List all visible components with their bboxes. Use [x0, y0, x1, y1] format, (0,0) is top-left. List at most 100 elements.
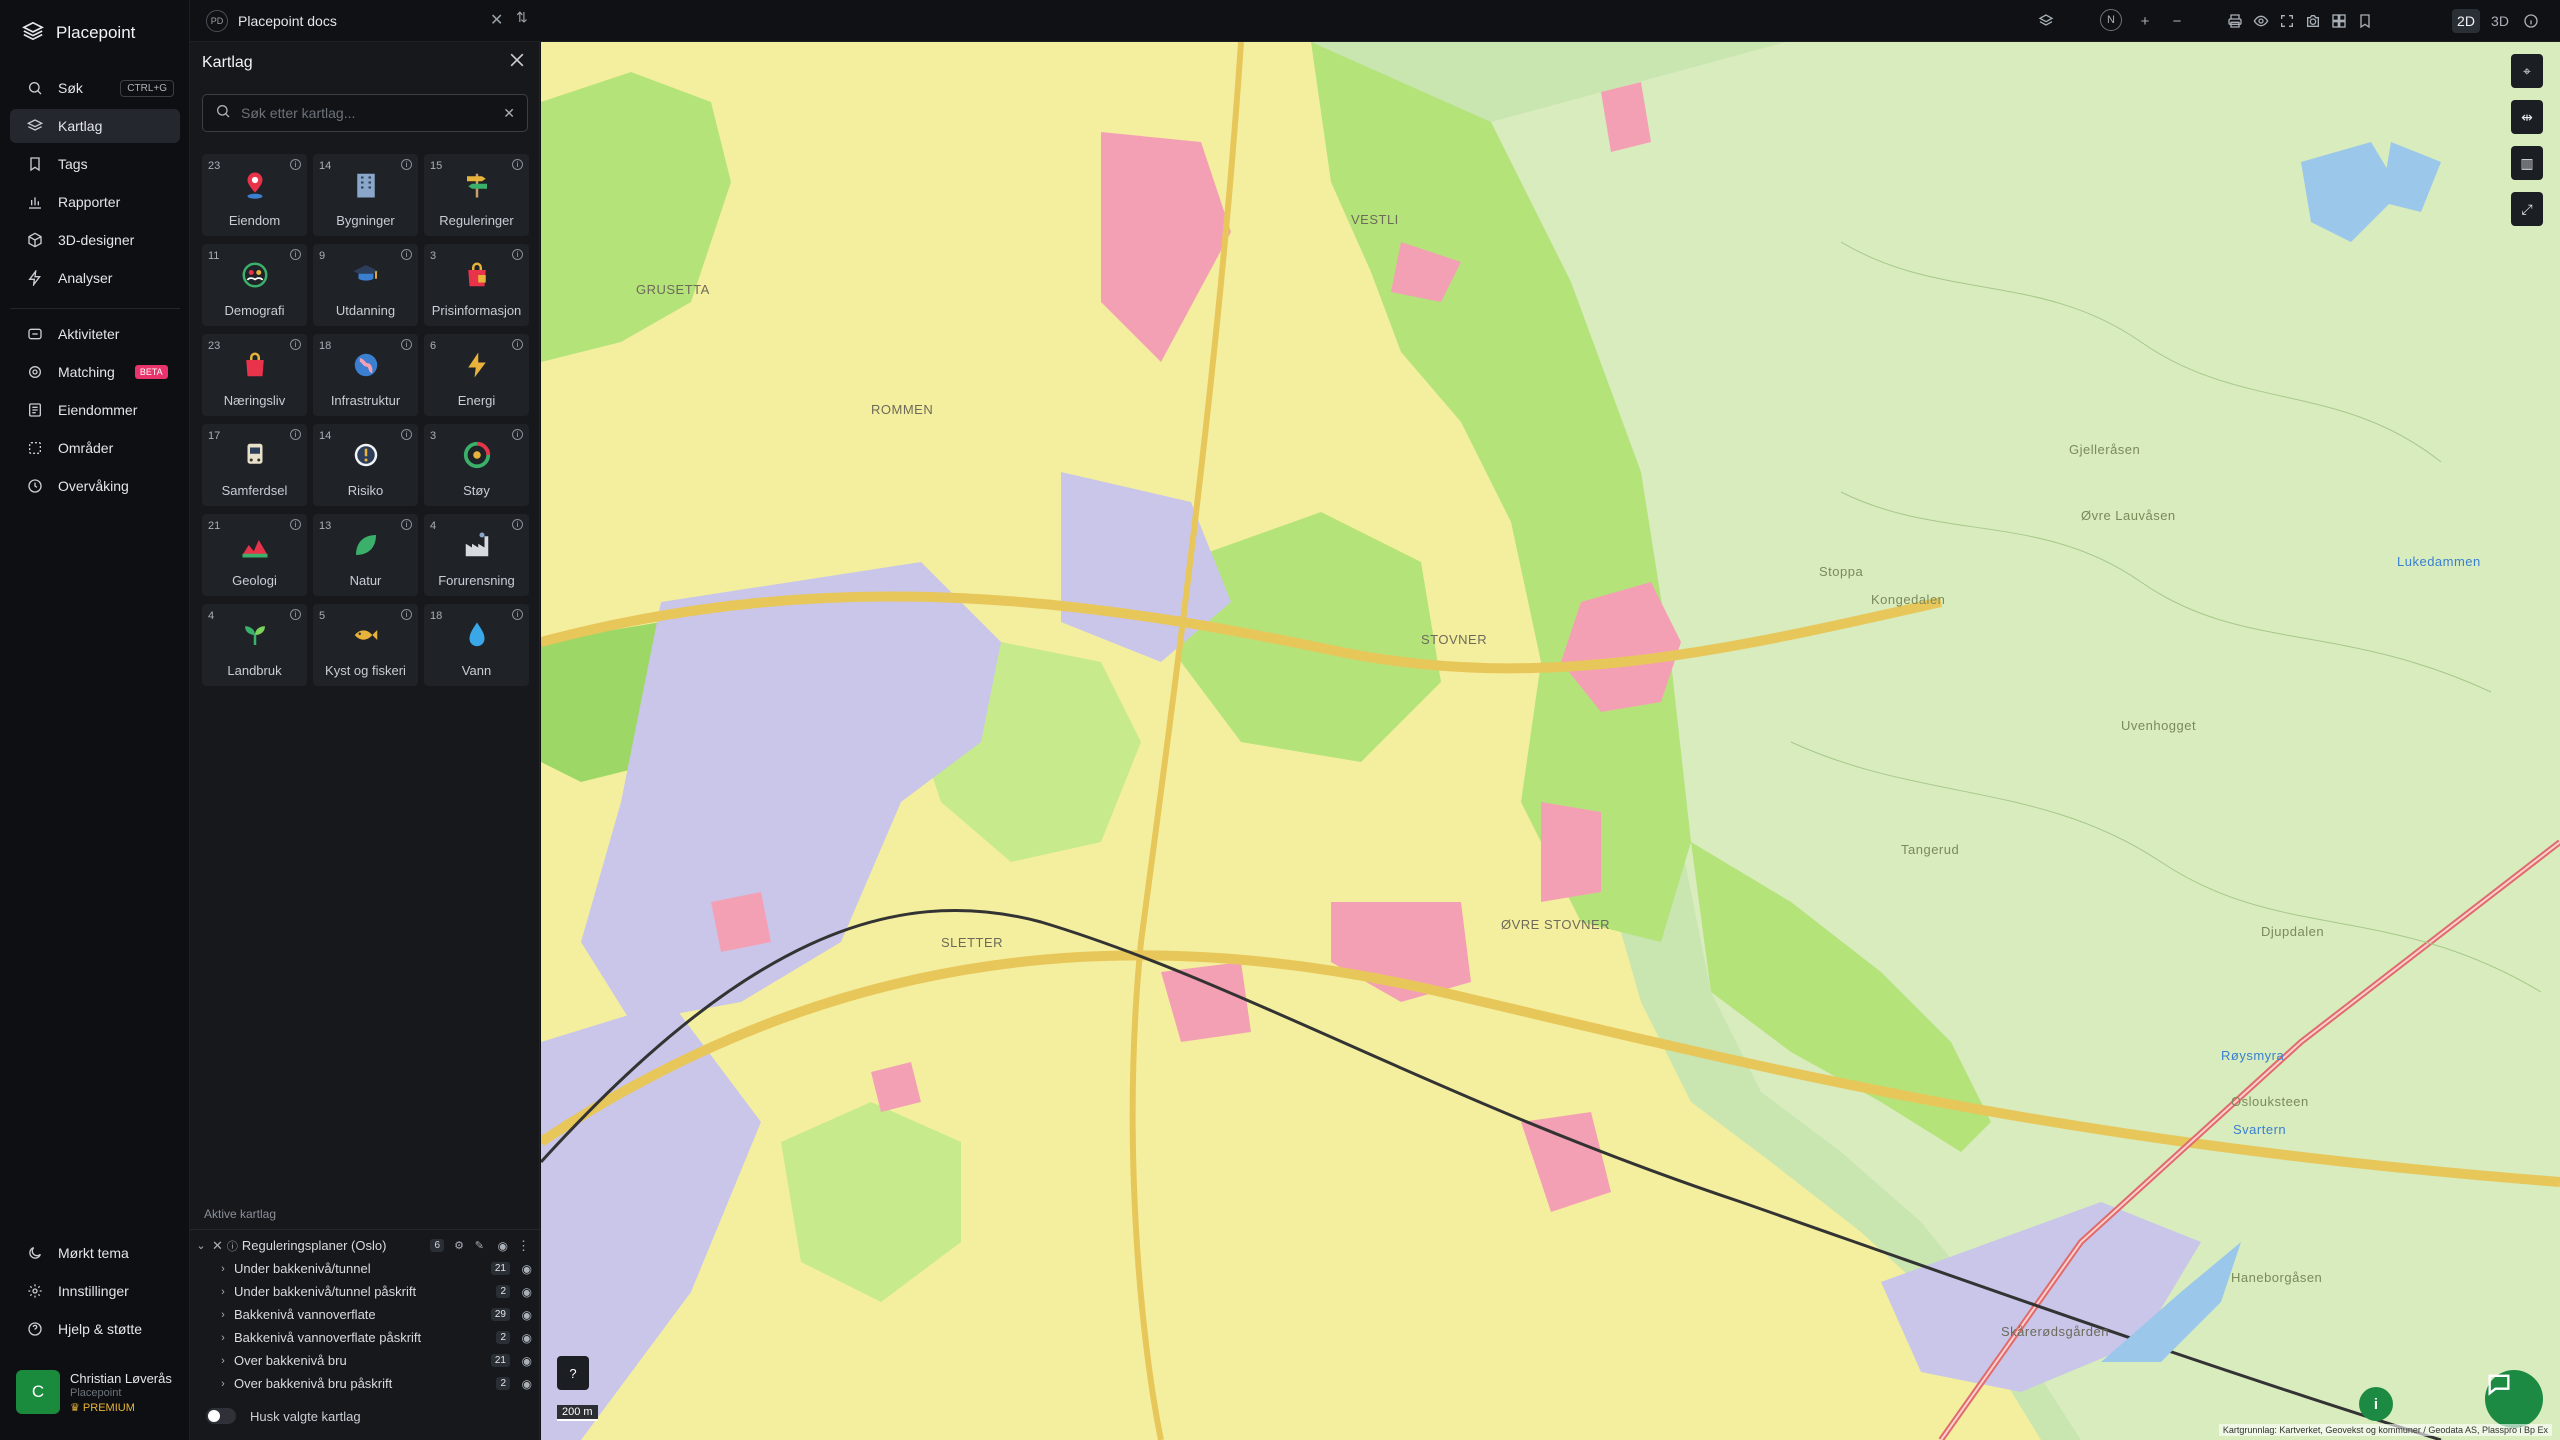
nav-item-analyser[interactable]: Analyser [10, 261, 180, 295]
eye-icon[interactable]: ◉ [522, 1308, 532, 1322]
info-icon[interactable]: i [401, 429, 412, 440]
eye-icon[interactable]: ◉ [522, 1285, 532, 1299]
edit-icon[interactable]: ✎ [475, 1239, 484, 1252]
more-vertical-icon[interactable]: ⋮ [517, 1238, 530, 1254]
mode-2d-button[interactable]: 2D [2452, 9, 2480, 33]
chevron-right-icon[interactable]: › [216, 1355, 230, 1367]
info-icon[interactable]: i [512, 519, 523, 530]
category-tile-samferdsel[interactable]: 17 i Samferdsel [202, 424, 307, 506]
info-icon[interactable]: i [290, 609, 301, 620]
nav-item-3d-designer[interactable]: 3D-designer [10, 223, 180, 257]
info-icon[interactable]: i [290, 249, 301, 260]
nav-item-settings[interactable]: Innstillinger [10, 1274, 180, 1308]
chevron-right-icon[interactable]: › [216, 1286, 230, 1298]
info-icon[interactable]: i [401, 519, 412, 530]
layer-search[interactable]: ✕ [202, 94, 528, 132]
category-tile-geologi[interactable]: 21 i Geologi [202, 514, 307, 596]
chevron-right-icon[interactable]: › [216, 1378, 230, 1390]
chevron-down-icon[interactable]: ⌄ [194, 1239, 208, 1252]
workspace-selector[interactable]: PD Placepoint docs [206, 8, 337, 34]
info-icon[interactable]: i [512, 159, 523, 170]
info-icon[interactable]: i [290, 339, 301, 350]
category-tile-bygninger[interactable]: 14 i Bygninger [313, 154, 418, 236]
nav-item-help[interactable]: Hjelp & støtte [10, 1312, 180, 1346]
settings-icon[interactable]: ⚙ [454, 1239, 464, 1252]
chevron-right-icon[interactable]: › [216, 1332, 230, 1344]
nav-item-omrader[interactable]: Områder [10, 431, 180, 465]
info-icon[interactable]: i [290, 429, 301, 440]
category-tile-natur[interactable]: 13 i Natur [313, 514, 418, 596]
category-tile-infrastruktur[interactable]: 18 i Infrastruktur [313, 334, 418, 416]
category-tile-næringsliv[interactable]: 23 i Næringsliv [202, 334, 307, 416]
active-layer-row[interactable]: › Bakkenivå vannoverflate 29 ◉ [190, 1303, 540, 1326]
chevron-right-icon[interactable]: › [216, 1309, 230, 1321]
category-tile-utdanning[interactable]: 9 i Utdanning [313, 244, 418, 326]
eye-icon[interactable]: ◉ [522, 1377, 532, 1391]
zoom-in-button[interactable]: + [2134, 10, 2156, 32]
nav-item-overvaking[interactable]: Overvåking [10, 469, 180, 503]
chat-button[interactable] [2485, 1370, 2543, 1428]
info-icon[interactable]: i [512, 429, 523, 440]
info-button[interactable]: i [2359, 1387, 2393, 1421]
info-icon[interactable]: i [290, 519, 301, 530]
map-canvas[interactable]: GRUSETTA VESTLI STOVNER ØVRE STOVNER SLE… [541, 42, 2560, 1440]
close-icon[interactable]: ✕ [490, 10, 503, 30]
nav-item-rapporter[interactable]: Rapporter [10, 185, 180, 219]
clear-icon[interactable]: ✕ [503, 105, 515, 122]
info-icon[interactable] [2520, 10, 2542, 32]
close-panel-button[interactable] [507, 50, 527, 76]
active-layer-row[interactable]: › Over bakkenivå bru 21 ◉ [190, 1349, 540, 1372]
active-layer-row[interactable]: › Under bakkenivå/tunnel 21 ◉ [190, 1257, 540, 1280]
category-tile-eiendom[interactable]: 23 i Eiendom [202, 154, 307, 236]
category-tile-energi[interactable]: 6 i Energi [424, 334, 529, 416]
info-icon[interactable]: i [401, 339, 412, 350]
eye-icon[interactable]: ◉ [498, 1239, 508, 1253]
nav-item-matching[interactable]: Matching BETA [10, 355, 180, 389]
layer-stack-icon[interactable] [2035, 10, 2057, 32]
chevron-right-icon[interactable]: › [216, 1263, 230, 1275]
chart-tool-button[interactable]: ▥ [2511, 146, 2543, 180]
category-tile-prisinformasjon[interactable]: 3 i Prisinformasjon [424, 244, 529, 326]
category-tile-kyst-og-fiskeri[interactable]: 5 i Kyst og fiskeri [313, 604, 418, 686]
info-icon[interactable]: ⓘ [227, 1238, 238, 1254]
bookmark-icon[interactable] [2354, 10, 2376, 32]
info-icon[interactable]: i [290, 159, 301, 170]
active-group-row[interactable]: ⌄ ✕ ⓘ Reguleringsplaner (Oslo) 6 ⚙ ✎ ◉ ⋮ [190, 1234, 540, 1257]
eye-icon[interactable]: ◉ [522, 1354, 532, 1368]
category-tile-landbruk[interactable]: 4 i Landbruk [202, 604, 307, 686]
nav-item-aktiviteter[interactable]: Aktiviteter [10, 317, 180, 351]
category-tile-vann[interactable]: 18 i Vann [424, 604, 529, 686]
user-profile[interactable]: C Christian Løverås Placepoint ♛ PREMIUM [16, 1370, 172, 1414]
info-icon[interactable]: i [512, 609, 523, 620]
profile-tool-button[interactable]: ⤢ [2511, 192, 2543, 226]
select-tool-button[interactable]: ⌖ [2511, 54, 2543, 88]
nav-item-kartlag[interactable]: Kartlag [10, 109, 180, 143]
remove-icon[interactable]: ✕ [212, 1238, 223, 1254]
category-tile-reguleringer[interactable]: 15 i Reguleringer [424, 154, 529, 236]
category-tile-forurensning[interactable]: 4 i Forurensning [424, 514, 529, 596]
info-icon[interactable]: i [401, 159, 412, 170]
grid-icon[interactable] [2328, 10, 2350, 32]
brand[interactable]: Placepoint [21, 18, 135, 48]
active-layer-row[interactable]: › Bakkenivå vannoverflate påskrift 2 ◉ [190, 1326, 540, 1349]
category-tile-demografi[interactable]: 11 i Demografi [202, 244, 307, 326]
fullscreen-icon[interactable] [2276, 10, 2298, 32]
print-icon[interactable] [2224, 10, 2246, 32]
remember-layers[interactable]: Husk valgte kartlag [206, 1408, 361, 1424]
nav-item-search[interactable]: Søk CTRL+G [10, 71, 180, 105]
eye-icon[interactable]: ◉ [522, 1331, 532, 1345]
remember-toggle[interactable] [206, 1408, 236, 1424]
layer-search-input[interactable] [241, 105, 494, 121]
nav-item-tags[interactable]: Tags [10, 147, 180, 181]
info-icon[interactable]: i [401, 609, 412, 620]
category-tile-risiko[interactable]: 14 i Risiko [313, 424, 418, 506]
eye-icon[interactable]: ◉ [522, 1262, 532, 1276]
active-layer-row[interactable]: › Under bakkenivå/tunnel påskrift 2 ◉ [190, 1280, 540, 1303]
info-icon[interactable]: i [512, 339, 523, 350]
nav-item-dark-theme[interactable]: Mørkt tema [10, 1236, 180, 1270]
eye-icon[interactable] [2250, 10, 2272, 32]
compass-north-button[interactable]: N [2100, 9, 2122, 31]
chevron-updown-icon[interactable]: ⇅ [516, 9, 528, 26]
mode-3d-button[interactable]: 3D [2486, 9, 2514, 33]
active-layer-row[interactable]: › Over bakkenivå bru påskrift 2 ◉ [190, 1372, 540, 1395]
